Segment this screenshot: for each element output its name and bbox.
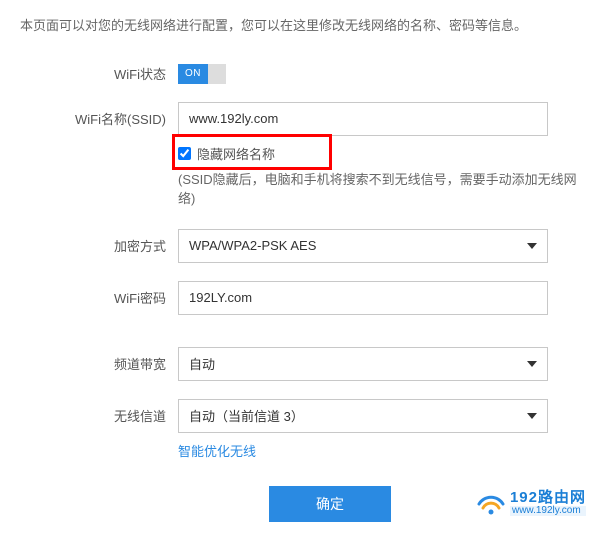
- ssid-input[interactable]: [178, 102, 548, 136]
- label-encryption: 加密方式: [20, 236, 178, 255]
- page-description: 本页面可以对您的无线网络进行配置，您可以在这里修改无线网络的名称、密码等信息。: [20, 16, 580, 36]
- label-wifi-status: WiFi状态: [20, 64, 178, 83]
- submit-button[interactable]: 确定: [269, 486, 391, 522]
- site-logo: 192路由网 www.192ly.com: [476, 490, 586, 516]
- row-wifi-status: WiFi状态 ON: [20, 64, 580, 84]
- label-hide-ssid: 隐藏网络名称: [197, 144, 275, 163]
- label-channel: 无线信道: [20, 406, 178, 425]
- hint-ssid-hidden: (SSID隐藏后，电脑和手机将搜索不到无线信号，需要手动添加无线网络): [178, 169, 580, 207]
- row-wifi-password: WiFi密码: [20, 281, 580, 315]
- label-bandwidth: 频道带宽: [20, 354, 178, 373]
- row-optimize-link: 智能优化无线: [178, 441, 580, 460]
- row-hide-ssid: 隐藏网络名称: [178, 144, 580, 163]
- logo-en: www.192ly.com: [510, 506, 586, 517]
- encryption-value: WPA/WPA2-PSK AES: [189, 238, 316, 253]
- channel-select[interactable]: 自动（当前信道 3）: [178, 399, 548, 433]
- row-bandwidth: 频道带宽 自动: [20, 347, 580, 381]
- hide-ssid-checkbox[interactable]: [178, 147, 191, 160]
- label-wifi-ssid: WiFi名称(SSID): [20, 109, 178, 128]
- encryption-select[interactable]: WPA/WPA2-PSK AES: [178, 229, 548, 263]
- row-encryption: 加密方式 WPA/WPA2-PSK AES: [20, 229, 580, 263]
- logo-cn: 192路由网: [510, 490, 586, 506]
- wifi-password-input[interactable]: [178, 281, 548, 315]
- optimize-wireless-link[interactable]: 智能优化无线: [178, 444, 256, 459]
- wifi-icon: [476, 490, 506, 516]
- chevron-down-icon: [527, 243, 537, 249]
- wifi-settings-form: 本页面可以对您的无线网络进行配置，您可以在这里修改无线网络的名称、密码等信息。 …: [0, 0, 600, 542]
- switch-on-label: ON: [178, 64, 208, 84]
- logo-text: 192路由网 www.192ly.com: [510, 490, 586, 516]
- chevron-down-icon: [527, 413, 537, 419]
- row-wifi-ssid: WiFi名称(SSID): [20, 102, 580, 136]
- bandwidth-select[interactable]: 自动: [178, 347, 548, 381]
- label-wifi-password: WiFi密码: [20, 288, 178, 307]
- chevron-down-icon: [527, 361, 537, 367]
- row-channel: 无线信道 自动（当前信道 3）: [20, 399, 580, 433]
- wifi-status-toggle[interactable]: ON: [178, 64, 226, 84]
- channel-value: 自动（当前信道 3）: [189, 406, 304, 425]
- bandwidth-value: 自动: [189, 354, 215, 373]
